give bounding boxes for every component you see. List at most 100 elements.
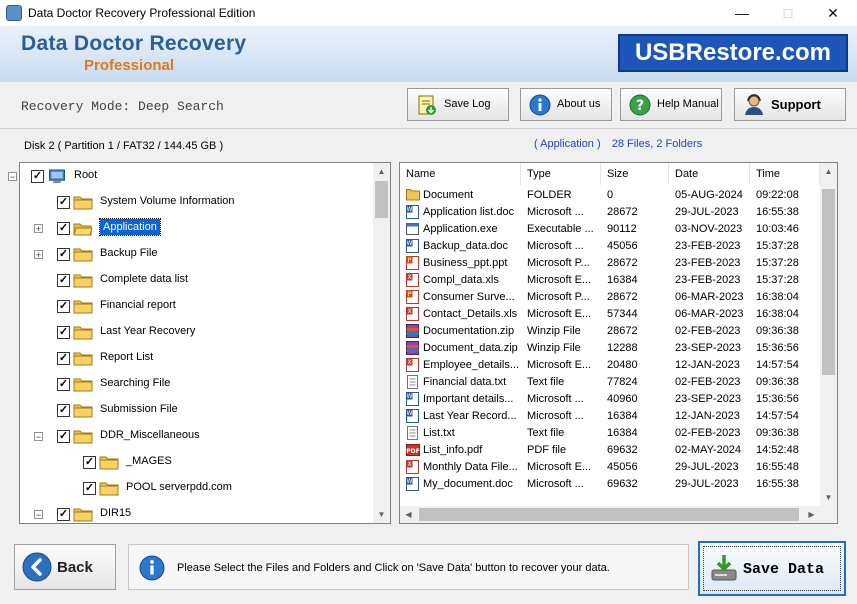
file-row[interactable]: X Compl_data.xls Microsoft E... 16384 23-FEB… — [400, 272, 822, 289]
file-size: 45056 — [607, 240, 638, 252]
file-row[interactable]: List.txt Text file 16384 02-FEB-2023 09:36:3… — [400, 425, 822, 442]
tree-checkbox[interactable]: ✓ — [57, 404, 70, 417]
tree-item-label: Searching File — [100, 377, 171, 389]
file-name: Financial data.txt — [423, 376, 507, 388]
file-row[interactable]: W Last Year Record... Microsoft ... 16384 12… — [400, 408, 822, 425]
tree-item[interactable]: ✓ POOL serverpdd.com — [20, 478, 370, 498]
tree-checkbox[interactable]: ✓ — [57, 508, 70, 521]
back-label: Back — [57, 559, 93, 576]
file-type: Microsoft ... — [527, 240, 584, 252]
tree-checkbox[interactable]: ✓ — [57, 378, 70, 391]
column-header-size[interactable]: Size — [601, 163, 669, 185]
tree-checkbox[interactable]: ✓ — [57, 300, 70, 313]
tree-item[interactable]: ✓ System Volume Information — [20, 192, 370, 212]
column-header-time[interactable]: Time — [750, 163, 820, 185]
file-row[interactable]: Document_data.zip Winzip File 12288 23-SEP-… — [400, 340, 822, 357]
tree-expander-icon[interactable]: − — [34, 432, 43, 442]
tree-item[interactable]: ✓ Last Year Recovery — [20, 322, 370, 342]
back-arrow-icon — [22, 552, 52, 582]
tree-item[interactable]: ✓ Report List — [20, 348, 370, 368]
file-type: Microsoft ... — [527, 206, 584, 218]
tree-checkbox[interactable]: ✓ — [83, 456, 96, 469]
column-header-date[interactable]: Date — [669, 163, 750, 185]
tree-item[interactable]: ✓ Submission File — [20, 400, 370, 420]
tree-checkbox[interactable]: ✓ — [57, 222, 70, 235]
tree-item[interactable]: + ✓ Backup File — [20, 244, 370, 264]
folder-summary: ( Application ) 28 Files, 2 Folders — [534, 138, 702, 150]
banner: Data Doctor Recovery Professional USBRes… — [0, 26, 857, 82]
column-header-type[interactable]: Type — [521, 163, 601, 185]
list-scroll-down-arrow-icon[interactable]: ▼ — [820, 489, 837, 506]
tree-checkbox[interactable]: ✓ — [57, 326, 70, 339]
file-row[interactable]: X Contact_Details.xls Microsoft E... 57344 0… — [400, 306, 822, 323]
tree-item[interactable]: − ✓ DIR15 — [20, 504, 370, 524]
file-time: 09:36:38 — [756, 376, 799, 388]
scroll-left-arrow-icon[interactable]: ◀ — [400, 506, 417, 523]
file-time: 16:55:48 — [756, 461, 799, 473]
file-row[interactable]: P Business_ppt.ppt Microsoft P... 28672 23-F… — [400, 255, 822, 272]
file-time: 15:37:28 — [756, 240, 799, 252]
tree-item[interactable]: + ✓ Application — [20, 218, 370, 238]
about-us-button[interactable]: About us — [520, 88, 612, 121]
tree-item-label: DDR_Miscellaneous — [100, 429, 200, 441]
tree-checkbox[interactable]: ✓ — [83, 482, 96, 495]
list-scroll-up-arrow-icon[interactable]: ▲ — [820, 163, 837, 180]
file-row[interactable]: PDF List_info.pdf PDF file 69632 02-MAY-2024… — [400, 442, 822, 459]
tree-item[interactable]: − ✓ DDR_Miscellaneous — [20, 426, 370, 446]
file-row[interactable]: Application.exe Executable ... 90112 03-NOV… — [400, 221, 822, 238]
file-row[interactable]: W Important details... Microsoft ... 40960 2… — [400, 391, 822, 408]
tree-expander-icon[interactable]: + — [34, 224, 43, 234]
close-button[interactable]: ✕ — [810, 0, 856, 26]
file-row[interactable]: W Backup_data.doc Microsoft ... 45056 23-FEB… — [400, 238, 822, 255]
file-row[interactable]: X Monthly Data File... Microsoft E... 45056… — [400, 459, 822, 476]
tree-item[interactable]: − ✓ Root — [8, 166, 370, 186]
list-horizontal-scrollbar[interactable]: ◀ ▶ — [400, 506, 837, 523]
save-data-button[interactable]: Save Data — [698, 541, 846, 596]
tree-expander-icon[interactable]: − — [34, 510, 43, 520]
list-hscroll-thumb[interactable] — [419, 508, 799, 521]
minimize-button[interactable]: — — [719, 0, 765, 26]
column-header-name[interactable]: Name — [400, 163, 521, 185]
scroll-right-arrow-icon[interactable]: ▶ — [803, 506, 820, 523]
file-row[interactable]: Documentation.zip Winzip File 28672 02-FEB-… — [400, 323, 822, 340]
tree-expander-icon[interactable]: + — [34, 250, 43, 260]
tree-item-label: Backup File — [100, 247, 158, 259]
list-scroll-thumb[interactable] — [822, 189, 835, 375]
support-button[interactable]: Support — [734, 88, 846, 121]
tree-item[interactable]: ✓ Complete data list — [20, 270, 370, 290]
disk-info-label: Disk 2 ( Partition 1 / FAT32 / 144.45 GB… — [24, 140, 224, 152]
file-row[interactable]: W Application list.doc Microsoft ... 28672 2… — [400, 204, 822, 221]
tree-item[interactable]: ✓ Searching File — [20, 374, 370, 394]
tree-checkbox[interactable]: ✓ — [57, 248, 70, 261]
back-button[interactable]: Back — [14, 544, 116, 590]
file-row[interactable]: W My_document.doc Microsoft ... 69632 29-JUL… — [400, 476, 822, 493]
tree-expander-icon[interactable]: − — [8, 172, 17, 182]
save-log-button[interactable]: Save Log — [407, 88, 509, 121]
tree-checkbox[interactable]: ✓ — [57, 274, 70, 287]
maximize-button[interactable]: □ — [765, 0, 811, 26]
scroll-up-arrow-icon[interactable]: ▲ — [373, 163, 390, 180]
tree-item-label: Submission File — [100, 403, 178, 415]
tree-item[interactable]: ✓ _MAGES — [20, 452, 370, 472]
svg-text:X: X — [407, 359, 411, 366]
file-date: 02-MAY-2024 — [675, 444, 742, 456]
tree-scroll-thumb[interactable] — [375, 181, 388, 218]
tree-vertical-scrollbar[interactable]: ▲ ▼ — [373, 163, 390, 523]
file-row[interactable]: X Employee_details... Microsoft E... 20480 1… — [400, 357, 822, 374]
file-list[interactable]: Name Type Size Date Time Document FOLDER 0 05-A… — [399, 162, 838, 524]
file-row[interactable]: Document FOLDER 0 05-AUG-2024 09:22:08 — [400, 187, 822, 204]
list-vertical-scrollbar[interactable]: ▲ ▼ — [820, 163, 837, 506]
svg-text:X: X — [407, 461, 411, 468]
tree-checkbox[interactable]: ✓ — [57, 196, 70, 209]
site-logo[interactable]: USBRestore.com — [618, 34, 848, 72]
tree-checkbox[interactable]: ✓ — [57, 430, 70, 443]
folder-tree[interactable]: − ✓ Root ✓ System Volume Information + ✓ Applic… — [8, 162, 391, 524]
scroll-down-arrow-icon[interactable]: ▼ — [373, 506, 390, 523]
file-row[interactable]: Financial data.txt Text file 77824 02-FEB-2… — [400, 374, 822, 391]
tree-item[interactable]: ✓ Financial report — [20, 296, 370, 316]
tree-checkbox[interactable]: ✓ — [31, 170, 44, 183]
file-size: 90112 — [607, 223, 637, 235]
help-manual-button[interactable]: ? Help Manual — [620, 88, 722, 121]
file-row[interactable]: P Consumer Surve... Microsoft P... 28672 06-… — [400, 289, 822, 306]
tree-checkbox[interactable]: ✓ — [57, 352, 70, 365]
